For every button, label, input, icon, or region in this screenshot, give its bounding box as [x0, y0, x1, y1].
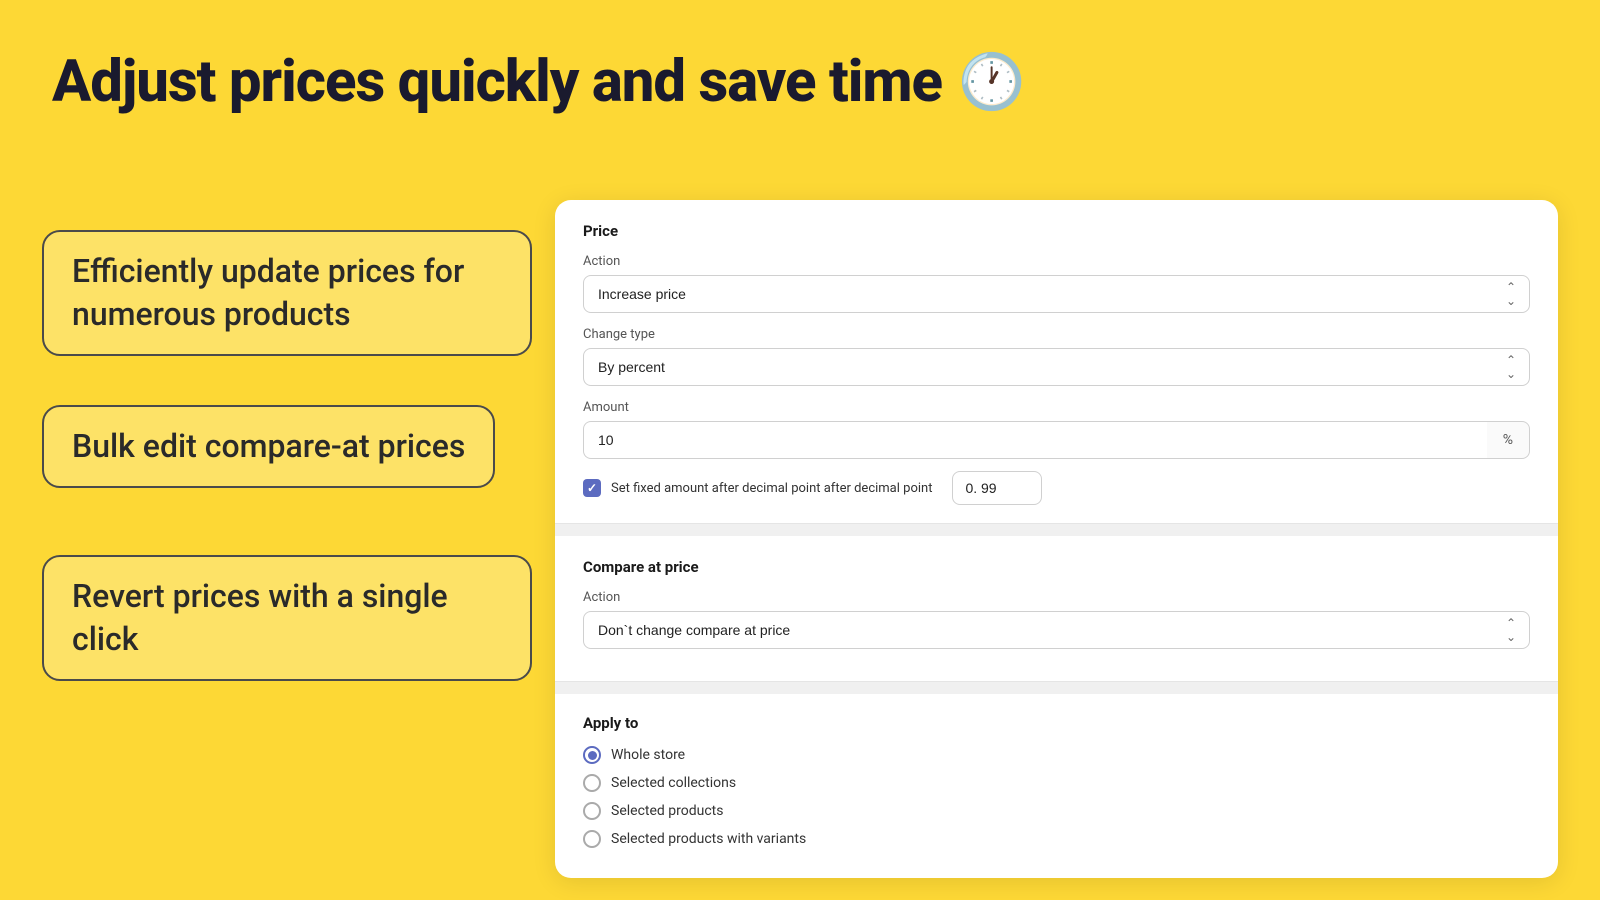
radio-selected-products[interactable] [583, 802, 601, 820]
apply-section-title: Apply to [583, 714, 1530, 732]
price-panel: Price Action Increase price ⌃⌄ Change ty… [555, 200, 1558, 878]
amount-suffix: % [1487, 421, 1530, 459]
radio-label-selected-collections: Selected collections [611, 775, 736, 791]
decimal-input[interactable] [952, 471, 1042, 505]
price-section: Price Action Increase price ⌃⌄ Change ty… [555, 200, 1558, 524]
page-title: Adjust prices quickly and save time 🕐 [52, 48, 1024, 116]
compare-action-select-wrapper: Don`t change compare at price ⌃⌄ [583, 611, 1530, 649]
action-select-wrapper: Increase price ⌃⌄ [583, 275, 1530, 313]
compare-section: Compare at price Action Don`t change com… [555, 536, 1558, 682]
radio-selected-products-variants[interactable] [583, 830, 601, 848]
amount-input[interactable] [583, 421, 1487, 459]
decimal-checkbox[interactable] [583, 479, 601, 497]
feature-box-3: Revert prices with a single click [42, 555, 532, 681]
section-divider-1 [555, 524, 1558, 536]
decimal-checkbox-label: Set fixed amount after decimal point aft… [611, 481, 932, 496]
radio-label-whole-store: Whole store [611, 747, 685, 763]
apply-option-2[interactable]: Selected products [583, 802, 1530, 820]
action-label: Action [583, 254, 1530, 269]
radio-whole-store[interactable] [583, 746, 601, 764]
amount-label: Amount [583, 400, 1530, 415]
title-text: Adjust prices quickly and save time [52, 48, 942, 116]
compare-section-title: Compare at price [583, 558, 1530, 576]
apply-option-1[interactable]: Selected collections [583, 774, 1530, 792]
radio-label-selected-products-variants: Selected products with variants [611, 831, 806, 847]
clock-icon: 🕐 [958, 51, 1024, 114]
apply-option-3[interactable]: Selected products with variants [583, 830, 1530, 848]
feature-box-1: Efficiently update prices for numerous p… [42, 230, 532, 356]
change-type-select-wrapper: By percent ⌃⌄ [583, 348, 1530, 386]
change-type-select[interactable]: By percent [583, 348, 1530, 386]
radio-selected-collections[interactable] [583, 774, 601, 792]
change-type-label: Change type [583, 327, 1530, 342]
section-divider-2 [555, 682, 1558, 694]
decimal-checkbox-row: Set fixed amount after decimal point aft… [583, 471, 1530, 505]
compare-action-select[interactable]: Don`t change compare at price [583, 611, 1530, 649]
apply-section: Apply to Whole store Selected collection… [555, 694, 1558, 878]
compare-action-label: Action [583, 590, 1530, 605]
price-section-title: Price [583, 222, 1530, 240]
radio-inner-whole-store [588, 751, 597, 760]
feature-box-2: Bulk edit compare-at prices [42, 405, 495, 488]
radio-label-selected-products: Selected products [611, 803, 723, 819]
feature-3-text: Revert prices with a single click [72, 577, 448, 658]
apply-option-0[interactable]: Whole store [583, 746, 1530, 764]
action-select[interactable]: Increase price [583, 275, 1530, 313]
feature-1-text: Efficiently update prices for numerous p… [72, 252, 464, 333]
feature-2-text: Bulk edit compare-at prices [72, 427, 465, 465]
amount-row: % [583, 421, 1530, 459]
